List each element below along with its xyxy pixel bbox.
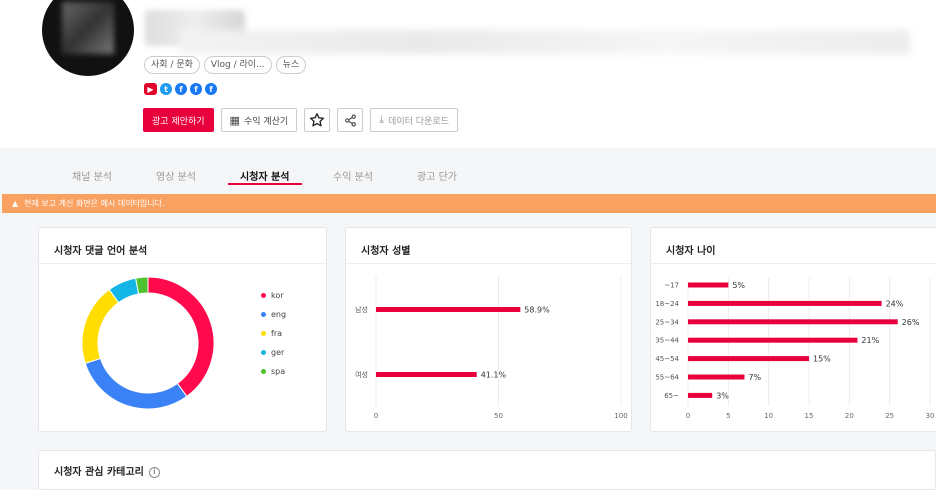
bar-남성: [376, 307, 521, 312]
x-tick-label: 20: [845, 412, 854, 420]
data-label: 3%: [716, 391, 729, 400]
facebook-icon[interactable]: f: [175, 83, 187, 95]
download-icon: ⤓: [379, 113, 385, 126]
tab-revenue-analysis[interactable]: 수익 분석: [333, 168, 373, 183]
category-tags: 사회 / 문화 Vlog / 라이... 뉴스: [144, 56, 307, 74]
bar-45~54: [688, 356, 809, 362]
legend-label: ger: [271, 348, 285, 357]
donut-slice-fra: [81, 288, 120, 365]
y-tick-label: 남성: [355, 305, 368, 314]
sample-data-notice: ▲ 현재 보고 계신 화면은 예시 데이터입니다.: [2, 194, 936, 213]
y-tick-label: 65~: [664, 392, 679, 400]
facebook-icon[interactable]: f: [190, 83, 202, 95]
revenue-calculator-label: 수익 계산기: [243, 116, 289, 127]
category-tag[interactable]: 사회 / 문화: [144, 56, 200, 74]
y-tick-label: 55~64: [655, 374, 679, 382]
legend-label: kor: [271, 291, 284, 300]
age-card: 시청자 나이 0 5 10 15 20 25 30 ~17 5% 18~24 24% 25~34 26%…: [650, 227, 936, 432]
bar-25~34: [688, 319, 898, 325]
x-tick-label: 15: [805, 412, 814, 420]
favorite-button[interactable]: [304, 108, 331, 132]
legend-swatch: [261, 369, 266, 374]
x-tick-label: 30: [926, 412, 935, 420]
x-tick-label: 10: [764, 412, 773, 420]
category-tag[interactable]: 뉴스: [275, 56, 307, 74]
y-tick-label: 18~24: [655, 300, 679, 308]
legend-swatch: [261, 312, 266, 317]
language-legend: kor eng fra ger spa: [261, 286, 286, 381]
calculator-icon: ▦: [229, 113, 240, 127]
legend-label: eng: [271, 310, 287, 319]
channel-avatar[interactable]: [42, 0, 134, 76]
twitter-icon[interactable]: t: [160, 83, 172, 95]
social-links: ▶ t f f f: [144, 83, 217, 95]
notice-text: 현재 보고 계신 화면은 예시 데이터입니다.: [24, 199, 165, 208]
language-analysis-card: 시청자 댓글 언어 분석 kor eng fra ger spa: [38, 227, 327, 432]
tab-ad-price[interactable]: 광고 단가: [417, 168, 457, 183]
legend-swatch: [261, 331, 266, 336]
bar-55~64: [688, 374, 745, 380]
donut-slice-kor: [147, 276, 215, 398]
data-label: 41.1%: [481, 371, 507, 380]
x-tick-label: 50: [494, 412, 503, 420]
gender-bar-chart: 0 50 100 남성 58.9% 여성 41.1%: [355, 276, 628, 420]
channel-actions: 광고 제안하기 ▦ 수익 계산기 ⤓ 데이터 다운로드: [143, 108, 458, 132]
bar-18~24: [688, 300, 882, 306]
age-bar-chart: 0 5 10 15 20 25 30 ~17 5% 18~24 24% 25~34 26% 35~44 21…: [655, 278, 935, 420]
share-icon: [344, 114, 356, 126]
data-label: 15%: [813, 355, 831, 364]
donut-slice-eng: [84, 357, 188, 410]
x-tick-label: 25: [885, 412, 894, 420]
category-card: 시청자 관심 카테고리 i: [38, 450, 936, 490]
legend-swatch: [261, 293, 266, 298]
data-label: 24%: [886, 299, 904, 308]
bar-35~44: [688, 337, 858, 343]
info-icon[interactable]: i: [148, 466, 160, 478]
propose-ad-button[interactable]: 광고 제안하기: [143, 108, 214, 132]
x-tick-label: 0: [686, 412, 690, 420]
data-label: 5%: [732, 281, 745, 290]
star-icon: [310, 113, 325, 127]
legend-label: spa: [271, 367, 286, 376]
channel-header: 사회 / 문화 Vlog / 라이... 뉴스 ▶ t f f f 광고 제안하…: [0, 0, 936, 148]
legend-swatch: [261, 350, 266, 355]
bar-65~: [688, 392, 713, 398]
channel-description-redacted: [180, 30, 910, 54]
data-download-button[interactable]: ⤓ 데이터 다운로드: [370, 108, 458, 132]
y-tick-label: 45~54: [655, 355, 679, 363]
facebook-icon[interactable]: f: [205, 83, 217, 95]
avatar-image: [62, 2, 114, 54]
legend-item-eng[interactable]: eng: [261, 305, 286, 324]
data-label: 7%: [748, 373, 761, 382]
legend-item-fra[interactable]: fra: [261, 324, 286, 343]
gender-card: 시청자 성별 0 50 100 남성 58.9% 여성 41.1%: [345, 227, 632, 432]
bar-여성: [376, 372, 477, 377]
youtube-icon[interactable]: ▶: [144, 83, 157, 95]
share-button[interactable]: [337, 108, 364, 132]
x-tick-label: 0: [374, 412, 378, 420]
tab-audience-analysis[interactable]: 시청자 분석: [240, 168, 289, 183]
data-label: 58.9%: [524, 306, 550, 315]
legend-item-spa[interactable]: spa: [261, 362, 286, 381]
card-title: 시청자 관심 카테고리: [54, 467, 144, 478]
data-label: 21%: [861, 336, 879, 345]
y-tick-label: 25~34: [655, 318, 679, 326]
active-tab-indicator: [228, 183, 302, 185]
tab-video-analysis[interactable]: 영상 분석: [156, 168, 196, 183]
revenue-calculator-button[interactable]: ▦ 수익 계산기: [220, 108, 298, 132]
y-tick-label: ~17: [664, 282, 679, 290]
warning-icon: ▲: [12, 199, 19, 208]
bar-~17: [688, 282, 729, 288]
x-tick-label: 5: [726, 412, 730, 420]
legend-label: fra: [271, 329, 283, 338]
tab-channel-analysis[interactable]: 채널 분석: [72, 168, 112, 183]
data-label: 26%: [902, 318, 920, 327]
legend-item-kor[interactable]: kor: [261, 286, 286, 305]
category-tag[interactable]: Vlog / 라이...: [203, 56, 272, 74]
x-tick-label: 100: [614, 412, 627, 420]
data-download-label: 데이터 다운로드: [388, 116, 449, 127]
y-tick-label: 여성: [355, 370, 368, 379]
legend-item-ger[interactable]: ger: [261, 343, 286, 362]
y-tick-label: 35~44: [655, 337, 679, 345]
